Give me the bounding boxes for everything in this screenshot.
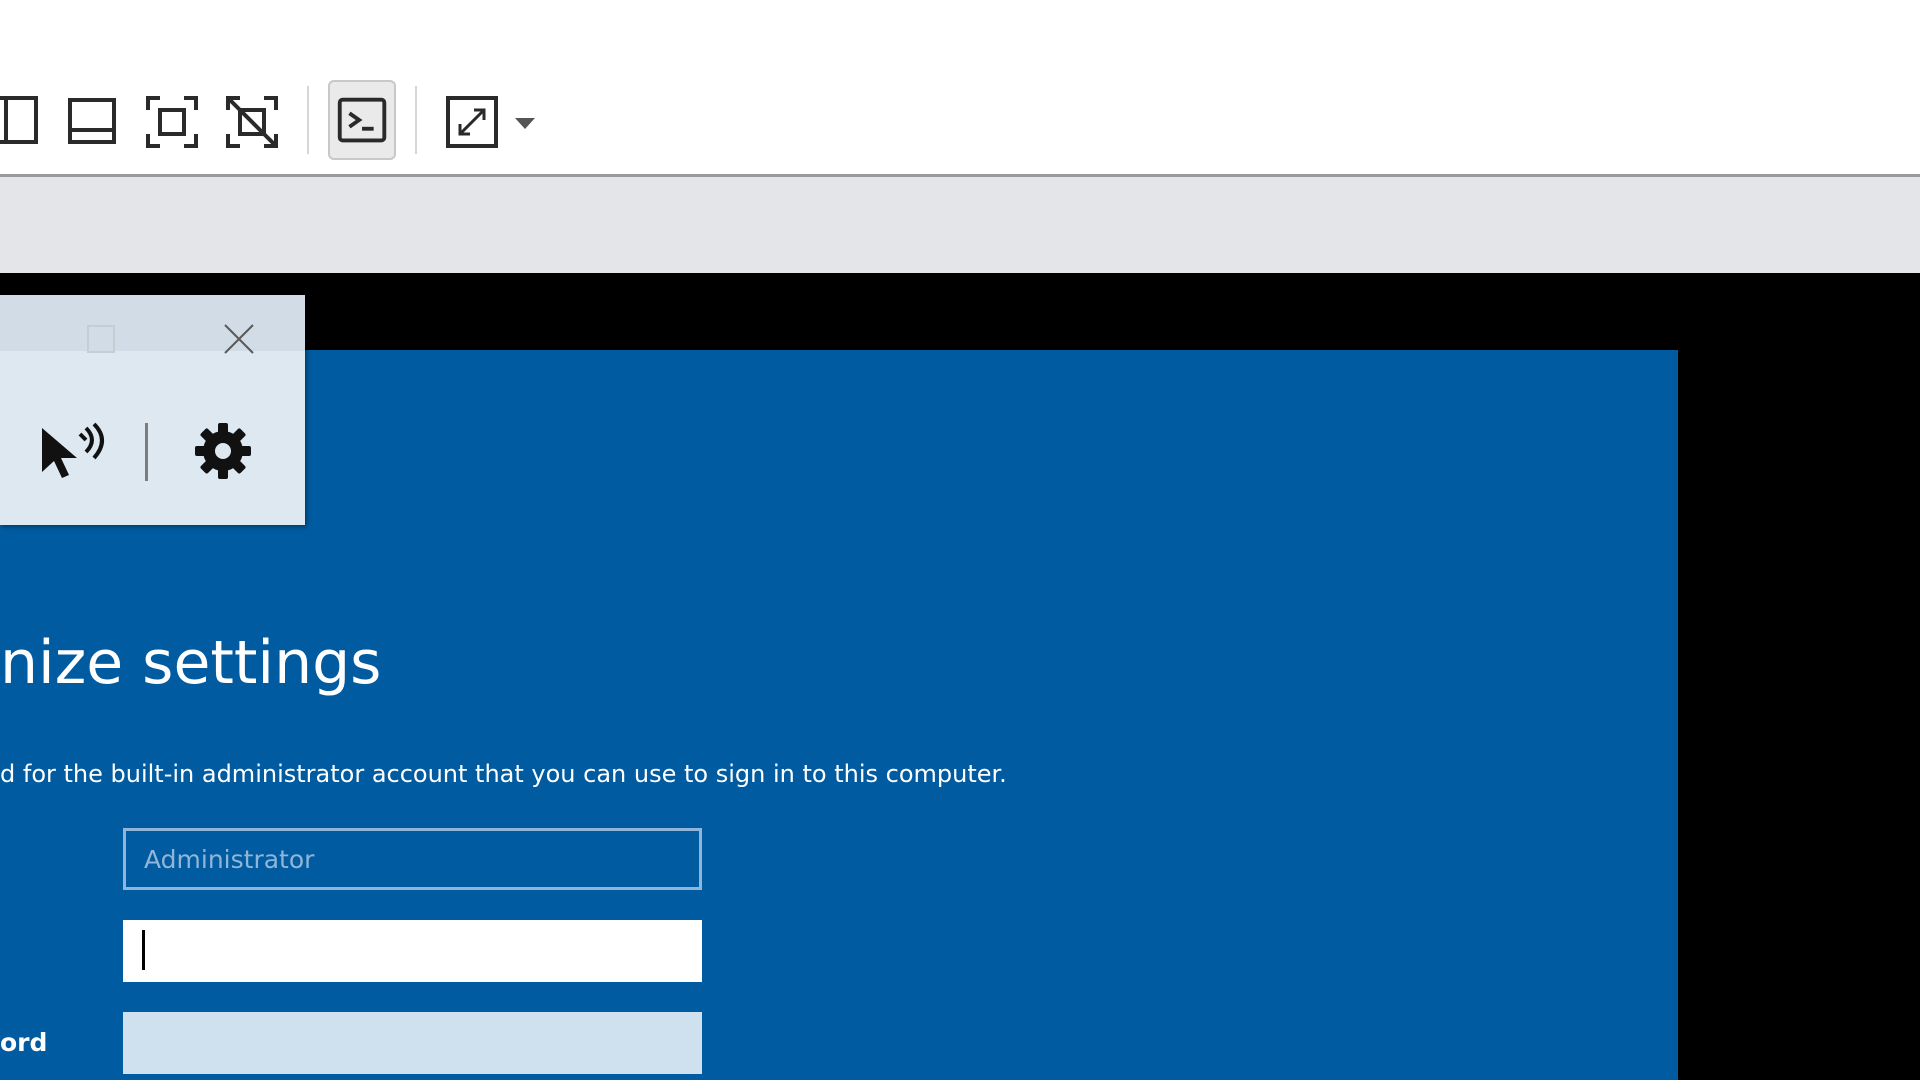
password-field[interactable] [123,920,702,982]
status-bar [0,177,1920,273]
toolbar [0,68,1920,177]
console-button[interactable] [328,80,396,160]
user-name-field[interactable] [123,828,702,890]
floating-toolbar [0,295,305,525]
pointer-announce-icon[interactable] [38,420,106,480]
panel-bottom-icon[interactable] [60,90,124,154]
text-cursor [142,930,145,970]
close-icon[interactable] [222,322,256,356]
console-icon [332,90,394,152]
fit-window-icon[interactable] [140,90,204,154]
maximize-icon[interactable] [86,324,116,354]
top-bar [0,0,1920,69]
gear-icon[interactable] [193,421,253,481]
fullscreen-icon[interactable] [440,90,504,154]
confirm-password-label: ord [0,1028,48,1057]
confirm-password-field[interactable] [123,1012,702,1074]
chevron-down-icon[interactable] [513,114,537,132]
disable-fit-icon[interactable] [220,90,284,154]
floating-toolbar-header [0,295,305,351]
panel-left-icon[interactable] [0,90,48,154]
setup-description: d for the built-in administrator account… [0,760,1007,788]
page-title: nize settings [0,628,382,698]
toolbar-separator [415,86,417,154]
floating-toolbar-separator [145,423,148,481]
toolbar-separator [307,86,309,154]
